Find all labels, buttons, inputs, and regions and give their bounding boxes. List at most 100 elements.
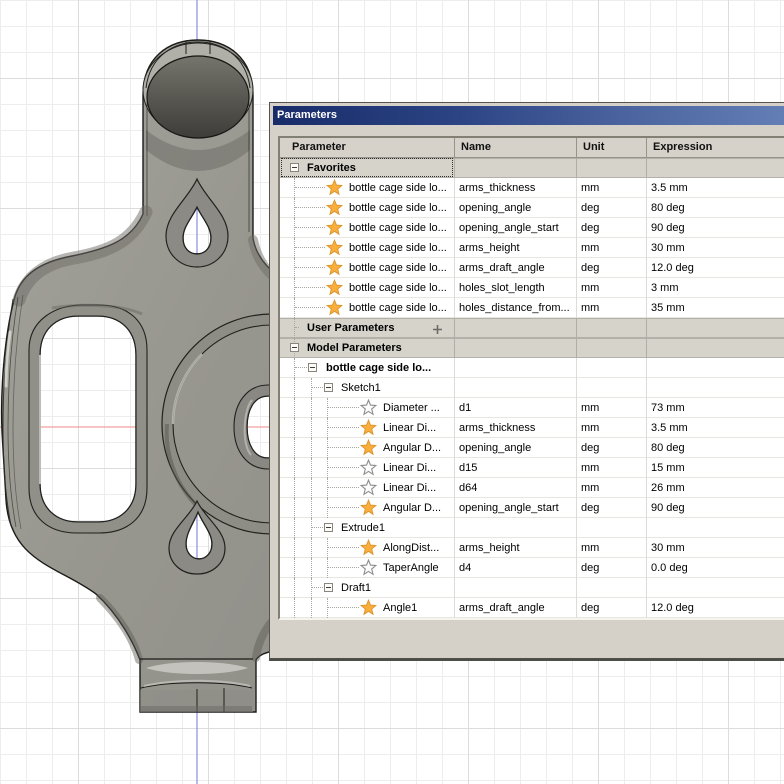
parameter-row[interactable]: bottle cage side lo... arms_draft_angle de… bbox=[280, 258, 784, 278]
dialog-titlebar[interactable]: Parameters bbox=[273, 106, 784, 125]
column-header-name[interactable]: Name bbox=[455, 138, 577, 157]
unit-cell[interactable]: deg bbox=[577, 438, 647, 458]
expr-cell[interactable]: 3.5 mm bbox=[647, 178, 784, 198]
name-cell[interactable]: arms_draft_angle bbox=[455, 598, 577, 618]
unit-cell[interactable]: deg bbox=[577, 558, 647, 578]
name-cell[interactable]: holes_slot_length bbox=[455, 278, 577, 298]
name-cell[interactable]: opening_angle bbox=[455, 438, 577, 458]
name-cell[interactable]: arms_thickness bbox=[455, 418, 577, 438]
parameter-row[interactable]: bottle cage side lo... opening_angle_star… bbox=[280, 218, 784, 238]
unit-cell[interactable]: mm bbox=[577, 278, 647, 298]
name-cell[interactable]: d15 bbox=[455, 458, 577, 478]
favorite-star-filled-icon[interactable] bbox=[359, 438, 378, 456]
tree-collapse-icon[interactable] bbox=[308, 363, 317, 372]
favorite-star-outline-icon[interactable] bbox=[359, 458, 378, 476]
group-row[interactable]: Sketch1 bbox=[280, 378, 784, 398]
unit-cell[interactable]: deg bbox=[577, 598, 647, 618]
tree-collapse-icon[interactable] bbox=[324, 583, 333, 592]
name-cell[interactable]: opening_angle_start bbox=[455, 218, 577, 238]
unit-cell[interactable]: mm bbox=[577, 538, 647, 558]
favorite-star-outline-icon[interactable] bbox=[359, 398, 378, 416]
expr-cell[interactable]: 15 mm bbox=[647, 458, 784, 478]
unit-cell[interactable]: mm bbox=[577, 418, 647, 438]
group-row[interactable]: Draft1 bbox=[280, 578, 784, 598]
group-row[interactable]: User Parameters bbox=[280, 318, 784, 338]
favorite-star-filled-icon[interactable] bbox=[325, 218, 344, 236]
name-cell[interactable]: opening_angle_start bbox=[455, 498, 577, 518]
unit-cell[interactable]: deg bbox=[577, 198, 647, 218]
favorite-star-filled-icon[interactable] bbox=[359, 538, 378, 556]
parameter-row[interactable]: Diameter ... d1 mm 73 mm bbox=[280, 398, 784, 418]
unit-cell[interactable]: mm bbox=[577, 178, 647, 198]
parameter-label: bottle cage side lo... bbox=[349, 202, 447, 214]
name-cell[interactable]: arms_height bbox=[455, 538, 577, 558]
name-cell[interactable]: d64 bbox=[455, 478, 577, 498]
expr-cell[interactable]: 12.0 deg bbox=[647, 258, 784, 278]
name-cell[interactable]: arms_draft_angle bbox=[455, 258, 577, 278]
expr-cell[interactable]: 35 mm bbox=[647, 298, 784, 318]
group-row[interactable]: bottle cage side lo... bbox=[280, 358, 784, 378]
parameter-row[interactable]: AlongDist... arms_height mm 30 mm bbox=[280, 538, 784, 558]
tree-collapse-icon[interactable] bbox=[290, 343, 299, 352]
parameter-row[interactable]: TaperAngle d4 deg 0.0 deg bbox=[280, 558, 784, 578]
favorite-star-filled-icon[interactable] bbox=[359, 418, 378, 436]
name-cell[interactable]: arms_thickness bbox=[455, 178, 577, 198]
unit-cell[interactable]: deg bbox=[577, 498, 647, 518]
favorite-star-filled-icon[interactable] bbox=[325, 278, 344, 296]
parameter-row[interactable]: Angle1 arms_draft_angle deg 12.0 deg bbox=[280, 598, 784, 618]
expr-cell[interactable]: 80 deg bbox=[647, 438, 784, 458]
expr-cell[interactable]: 30 mm bbox=[647, 238, 784, 258]
expr-cell[interactable]: 80 deg bbox=[647, 198, 784, 218]
name-cell[interactable]: d4 bbox=[455, 558, 577, 578]
expr-cell[interactable]: 3.5 mm bbox=[647, 418, 784, 438]
expr-cell[interactable]: 30 mm bbox=[647, 538, 784, 558]
group-row[interactable]: Model Parameters bbox=[280, 338, 784, 358]
favorite-star-outline-icon[interactable] bbox=[359, 558, 378, 576]
name-cell[interactable]: holes_distance_from... bbox=[455, 298, 577, 318]
parameter-row[interactable]: Angular D... opening_angle deg 80 deg bbox=[280, 438, 784, 458]
favorite-star-filled-icon[interactable] bbox=[325, 238, 344, 256]
expr-cell[interactable]: 0.0 deg bbox=[647, 558, 784, 578]
parameter-row[interactable]: Linear Di... d64 mm 26 mm bbox=[280, 478, 784, 498]
favorite-star-filled-icon[interactable] bbox=[325, 178, 344, 196]
unit-cell[interactable]: mm bbox=[577, 238, 647, 258]
favorite-star-filled-icon[interactable] bbox=[359, 498, 378, 516]
unit-cell[interactable]: mm bbox=[577, 478, 647, 498]
group-row[interactable]: Favorites bbox=[280, 158, 784, 178]
parameter-row[interactable]: bottle cage side lo... holes_slot_length m… bbox=[280, 278, 784, 298]
favorite-star-filled-icon[interactable] bbox=[325, 198, 344, 216]
unit-cell[interactable]: deg bbox=[577, 258, 647, 278]
unit-cell[interactable]: deg bbox=[577, 218, 647, 238]
tree-collapse-icon[interactable] bbox=[290, 163, 299, 172]
unit-cell[interactable]: mm bbox=[577, 458, 647, 478]
expr-cell[interactable]: 90 deg bbox=[647, 498, 784, 518]
favorite-star-outline-icon[interactable] bbox=[359, 478, 378, 496]
expr-cell[interactable]: 73 mm bbox=[647, 398, 784, 418]
parameter-row[interactable]: bottle cage side lo... arms_thickness mm 3.… bbox=[280, 178, 784, 198]
parameter-row[interactable]: bottle cage side lo... opening_angle deg 80… bbox=[280, 198, 784, 218]
parameter-row[interactable]: bottle cage side lo... holes_distance_fro… bbox=[280, 298, 784, 318]
add-user-parameter-button[interactable] bbox=[432, 322, 443, 334]
parameter-row[interactable]: Linear Di... arms_thickness mm 3.5 mm bbox=[280, 418, 784, 438]
name-cell[interactable]: arms_height bbox=[455, 238, 577, 258]
parameter-row[interactable]: Linear Di... d15 mm 15 mm bbox=[280, 458, 784, 478]
column-header-unit[interactable]: Unit bbox=[577, 138, 647, 157]
expr-cell[interactable]: 26 mm bbox=[647, 478, 784, 498]
column-header-parameter[interactable]: Parameter bbox=[280, 138, 455, 157]
name-cell[interactable]: d1 bbox=[455, 398, 577, 418]
favorite-star-filled-icon[interactable] bbox=[325, 258, 344, 276]
group-row[interactable]: Extrude1 bbox=[280, 518, 784, 538]
parameter-row[interactable]: bottle cage side lo... arms_height mm 30 mm bbox=[280, 238, 784, 258]
expr-cell[interactable]: 3 mm bbox=[647, 278, 784, 298]
parameter-row[interactable]: Angular D... opening_angle_start deg 90 deg bbox=[280, 498, 784, 518]
expr-cell[interactable]: 12.0 deg bbox=[647, 598, 784, 618]
favorite-star-filled-icon[interactable] bbox=[359, 598, 378, 616]
unit-cell[interactable]: mm bbox=[577, 298, 647, 318]
tree-collapse-icon[interactable] bbox=[324, 383, 333, 392]
column-header-expression[interactable]: Expression bbox=[647, 138, 784, 157]
tree-collapse-icon[interactable] bbox=[324, 523, 333, 532]
unit-cell[interactable]: mm bbox=[577, 398, 647, 418]
name-cell[interactable]: opening_angle bbox=[455, 198, 577, 218]
favorite-star-filled-icon[interactable] bbox=[325, 298, 344, 316]
expr-cell[interactable]: 90 deg bbox=[647, 218, 784, 238]
